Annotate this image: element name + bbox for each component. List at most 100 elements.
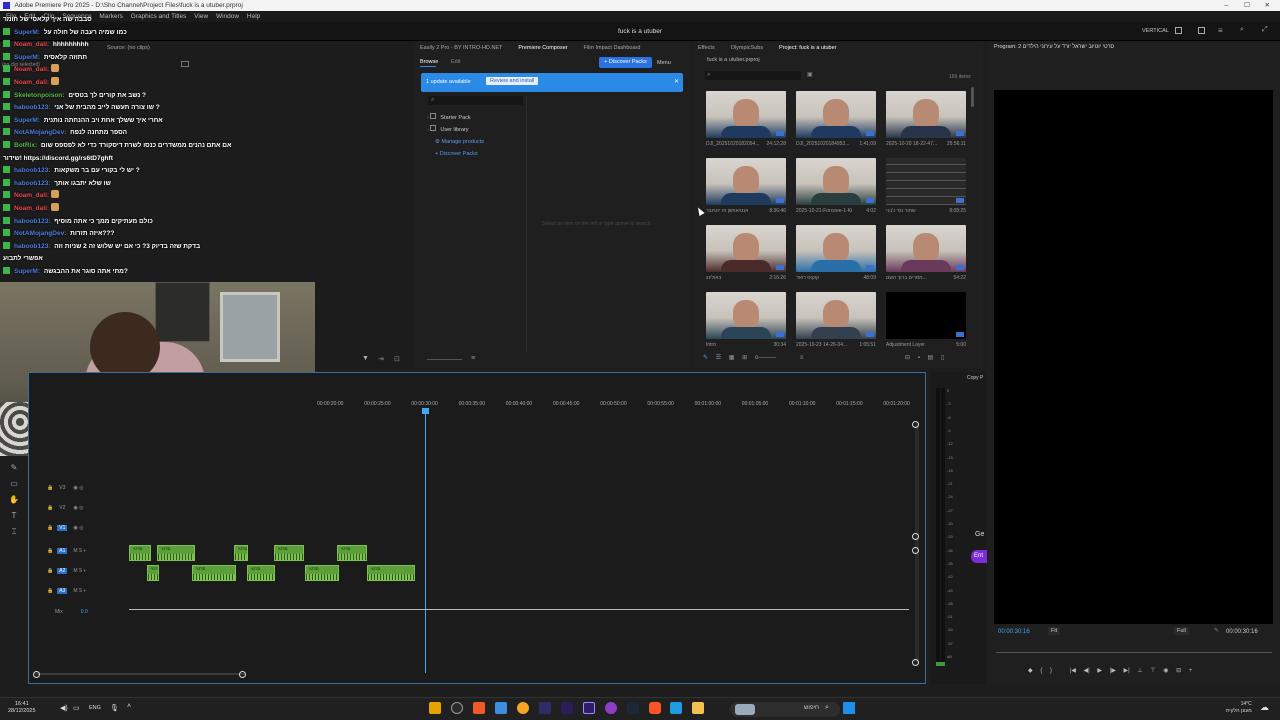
tree-discover-packs[interactable]: + Discover Packs	[427, 148, 484, 160]
go-to-out-icon[interactable]: ▶|	[1124, 668, 1130, 674]
volume-icon[interactable]: ◀)	[60, 704, 68, 712]
menu-button[interactable]: Menu	[657, 60, 671, 66]
project-item[interactable]: מסרים ברוך השם... 54:22	[886, 225, 966, 281]
clock[interactable]: 16:41 28/12/2025	[8, 701, 36, 715]
taskbar-app-icon[interactable]	[472, 702, 485, 714]
chevron-up-icon[interactable]: ˄	[127, 703, 131, 710]
audio-clip[interactable]: סרטי	[234, 545, 248, 561]
program-scrubber[interactable]	[996, 652, 1272, 653]
chat-username[interactable]: SuperM:	[14, 54, 40, 61]
composer-search-input[interactable]: ⌕	[428, 96, 523, 105]
program-timecode-left[interactable]: 00:00:30:16	[998, 629, 1030, 635]
compare-icon[interactable]: ⊟	[1176, 668, 1181, 674]
steam-icon[interactable]	[626, 702, 639, 714]
zoom-slider[interactable]: o———	[755, 355, 776, 361]
hamburger-icon[interactable]: ≡	[1218, 26, 1223, 35]
scroll-handle-mid2[interactable]	[912, 547, 919, 554]
audio-clip[interactable]: סרטי	[129, 545, 151, 561]
tab-easily2[interactable]: Easily 2 Pro - BY INTRO-HD.NET	[420, 45, 502, 51]
mix-value[interactable]: 0.0	[81, 609, 88, 615]
chat-username[interactable]: haboob123:	[14, 218, 50, 225]
overlay-enter-badge[interactable]: Ent	[971, 550, 987, 563]
photoshop-icon[interactable]	[538, 702, 551, 714]
caption-tool-icon[interactable]: ⌶	[4, 524, 24, 540]
resolution-dropdown[interactable]: Full	[1174, 627, 1189, 635]
chat-username[interactable]: SuperM:	[14, 29, 40, 36]
audio-clip[interactable]: סרטי	[247, 565, 275, 581]
workspace-label[interactable]: VERTICAL	[1142, 28, 1169, 34]
fit-dropdown[interactable]: Fit	[1048, 627, 1061, 635]
icon-view-icon[interactable]: ▦	[729, 355, 735, 361]
mute-solo-icon[interactable]: M S ◐	[73, 588, 86, 594]
review-install-button[interactable]: Review and install	[486, 77, 539, 85]
audio-clip[interactable]: סרטי	[147, 565, 159, 581]
chat-username[interactable]: haboob123:	[14, 167, 50, 174]
sort-icon[interactable]: ≡	[800, 355, 804, 361]
new-item-icon[interactable]: ▤	[928, 355, 934, 361]
tab-project[interactable]: Project: fuck is a utuber	[779, 45, 836, 51]
track-target[interactable]: A2	[57, 568, 68, 574]
audio-clip[interactable]: סרטי	[367, 565, 415, 581]
track-target[interactable]: V3	[57, 485, 67, 491]
obs-icon[interactable]	[450, 702, 463, 714]
track-target[interactable]: A1	[57, 548, 68, 554]
pen-tool-icon[interactable]: ✎	[4, 460, 24, 476]
taskbar-search[interactable]: חיפוש ⌕	[730, 702, 840, 717]
audio-clip[interactable]: סרטי	[305, 565, 339, 581]
taskbar-app-icon[interactable]	[494, 702, 507, 714]
taskbar-app-icon[interactable]	[604, 702, 617, 714]
rectangle-tool-icon[interactable]: ▭	[4, 476, 24, 492]
close-icon[interactable]: ✕	[674, 78, 679, 85]
language-indicator[interactable]: ENG	[89, 705, 101, 711]
chat-username[interactable]: NotAMojangDev:	[14, 129, 66, 136]
fullscreen-icon[interactable]	[1198, 27, 1205, 34]
mute-solo-icon[interactable]: M S ◐	[73, 548, 86, 554]
step-back-icon[interactable]: ◀|	[1084, 668, 1090, 674]
eye-icon[interactable]: ◉ ◎	[73, 485, 83, 491]
quick-export-icon[interactable]	[1175, 27, 1182, 34]
expand-icon[interactable]: ⤢	[1262, 26, 1268, 34]
chat-username[interactable]: Noam_dali:	[14, 205, 49, 212]
out-point-icon[interactable]: }	[1050, 668, 1052, 674]
play-icon[interactable]: ▶	[1097, 668, 1102, 674]
file-explorer-icon[interactable]	[692, 702, 705, 714]
lift-icon[interactable]: ⊥	[1137, 668, 1142, 674]
chat-username[interactable]: haboob123:	[14, 104, 50, 111]
discover-packs-button[interactable]: + Discover Packs	[599, 57, 652, 68]
eye-icon[interactable]: ◉ ◎	[73, 525, 83, 531]
project-item[interactable]: באולינג 2:16:26	[706, 225, 786, 281]
list-view-icon[interactable]: ≡	[471, 355, 475, 362]
track-target[interactable]: A3	[57, 588, 68, 594]
maximize-icon[interactable]: ☐	[1244, 0, 1250, 11]
marker-icon[interactable]: ◆	[1028, 668, 1033, 674]
taskbar-app-icon[interactable]	[429, 702, 441, 714]
project-item[interactable]: Intro 30:34	[706, 292, 786, 348]
track-target[interactable]: V1	[57, 525, 68, 531]
project-item[interactable]: 2025-10-23 14-26-34... 1:05:51	[796, 292, 876, 348]
lock-icon[interactable]: 🔒	[47, 485, 53, 491]
project-scrollbar[interactable]	[971, 87, 974, 107]
go-to-in-icon[interactable]: |◀	[1070, 668, 1076, 674]
chat-username[interactable]: Noam_dali:	[14, 79, 49, 86]
project-item[interactable]: אנטיאפשן זה יוטיובר 8:36:46	[706, 158, 786, 214]
new-bin-icon[interactable]: ▪	[918, 355, 920, 361]
trash-icon[interactable]: ▯	[941, 355, 944, 361]
mic-icon[interactable]: 🎙	[110, 704, 119, 712]
close-icon[interactable]: ✕	[1265, 0, 1270, 11]
filter-icon[interactable]: ▼	[362, 355, 369, 362]
project-item[interactable]: שחור נגד נ'בני 8:08:25	[886, 158, 966, 214]
export-frame-icon[interactable]: ⊡	[394, 355, 400, 363]
extract-icon[interactable]: ⊤	[1150, 668, 1155, 674]
chat-username[interactable]: Noam_dali:	[14, 192, 49, 199]
hscroll-handle-right[interactable]	[239, 671, 246, 678]
lock-icon[interactable]: 🔒	[47, 588, 53, 594]
tree-user-library[interactable]: › User library	[427, 124, 484, 136]
chat-username[interactable]: NotAMojangDev:	[14, 230, 66, 237]
subtab-edit[interactable]: Edit	[451, 59, 460, 65]
project-search-input[interactable]: ⌕	[705, 71, 801, 80]
network-icon[interactable]: ▭	[73, 704, 80, 712]
track-target[interactable]: V2	[57, 505, 67, 511]
chat-username[interactable]: Noam_dali:	[14, 66, 49, 73]
step-forward-icon[interactable]: |▶	[1110, 668, 1116, 674]
weather-widget[interactable]: 14°C מעונן חלקית	[1226, 701, 1252, 715]
